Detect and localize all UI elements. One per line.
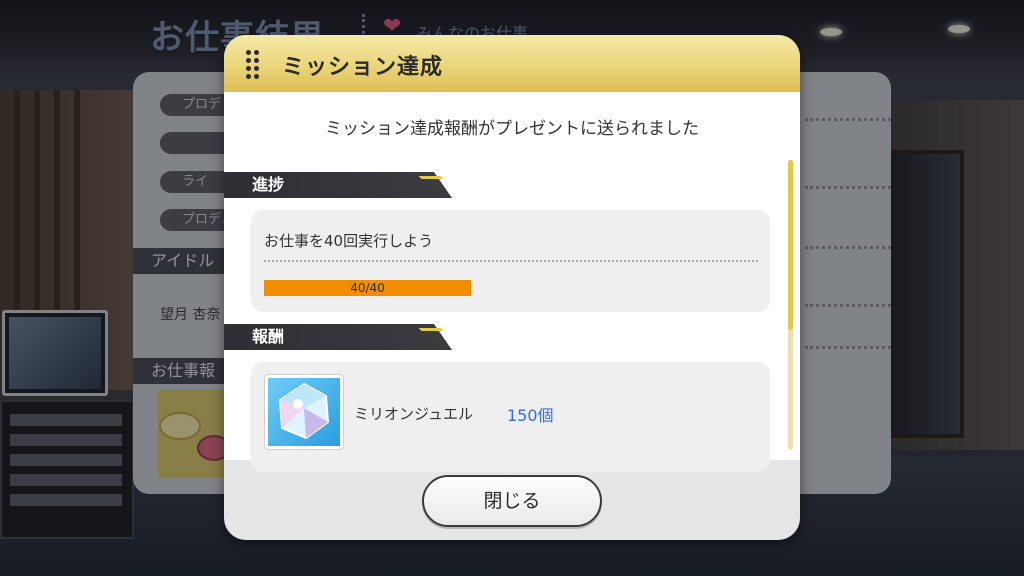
jewel-icon <box>268 378 340 446</box>
reward-section-header: 報酬 <box>224 324 452 350</box>
section-accent <box>418 176 444 179</box>
dialog-header: ミッション達成 <box>224 35 800 92</box>
reward-quantity: 150個 <box>507 406 554 425</box>
section-accent <box>418 328 444 331</box>
progress-label: 40/40 <box>350 281 385 295</box>
reward-item-frame <box>264 374 344 450</box>
mission-text: お仕事を40回実行しよう <box>264 232 434 250</box>
grip-icon <box>246 50 260 80</box>
dotted-divider <box>264 260 758 262</box>
dialog-title: ミッション達成 <box>282 55 444 80</box>
progress-section-header: 進捗 <box>224 172 452 198</box>
mission-card: お仕事を40回実行しよう 40/40 <box>251 210 770 312</box>
scrollbar-thumb[interactable] <box>788 160 793 330</box>
close-button[interactable]: 閉じる <box>422 475 602 527</box>
reward-name: ミリオンジュエル <box>354 405 473 423</box>
dialog-body: ミッション達成報酬がプレゼントに送られました 進捗 お仕事を40回実行しよう 4… <box>224 92 800 472</box>
reward-card: ミリオンジュエル 150個 <box>251 362 770 472</box>
mission-complete-dialog: ミッション達成 ミッション達成報酬がプレゼントに送られました 進捗 お仕事を40… <box>224 35 800 540</box>
progress-bar: 40/40 <box>264 280 471 296</box>
dialog-message: ミッション達成報酬がプレゼントに送られました <box>325 119 699 139</box>
scrollbar[interactable] <box>788 160 793 450</box>
